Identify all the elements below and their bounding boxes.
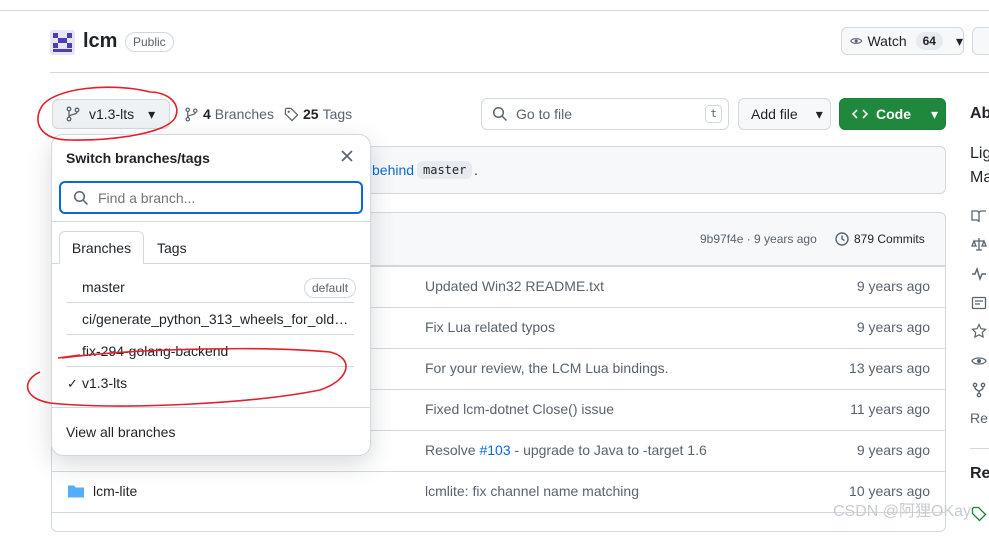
history-icon (835, 232, 849, 246)
commit-message[interactable]: lcmlite: fix channel name matching (425, 483, 639, 499)
commit-age: 9 years ago (856, 278, 930, 294)
check-icon: ✓ (67, 376, 78, 391)
star-icon (971, 323, 987, 339)
law-icon (971, 238, 987, 251)
watch-label: Watch (867, 33, 907, 49)
folder-icon (68, 485, 84, 498)
view-all-branches-link[interactable]: View all branches (66, 424, 175, 440)
branch-icon (185, 107, 198, 121)
branch-icon (66, 106, 80, 122)
behind-link[interactable]: behind (372, 162, 414, 178)
add-file-label: Add file (751, 106, 798, 122)
chevron-down-icon: ▾ (148, 105, 156, 122)
master-branch-ref[interactable]: master (417, 161, 473, 179)
eye-icon (850, 38, 863, 44)
commit-age: 9 years ago (856, 319, 930, 335)
tabs-underline (144, 263, 370, 264)
dropdown-title: Switch branches/tags (66, 150, 210, 166)
commit-message-prefix: Resolve (425, 442, 480, 458)
commit-message[interactable]: For your review, the LCM Lua bindings. (425, 360, 669, 376)
commit-message[interactable]: Fix Lua related typos (425, 319, 555, 335)
tags-label: Tags (322, 106, 353, 122)
commit-age: 9 years ago (856, 442, 930, 458)
tags-count: 25 (303, 106, 319, 122)
commits-label: 879 Commits (854, 232, 925, 246)
commits-link[interactable]: 879 Commits (834, 231, 925, 247)
about-heading: Ab (970, 105, 989, 122)
repo-name-link[interactable]: lcm (83, 30, 117, 53)
branch-select-label: v1.3-lts (89, 106, 135, 122)
code-label: Code (876, 106, 911, 122)
table-row (52, 512, 945, 553)
branch-item-ci[interactable]: ci/generate_python_313_wheels_for_old… (82, 311, 354, 327)
commit-message[interactable]: Resolve #103 - upgrade to Java to -targe… (425, 442, 707, 458)
fork-icon (972, 382, 986, 398)
visibility-badge: Public (125, 32, 174, 52)
issue-link[interactable]: #103 (479, 442, 510, 458)
commit-message[interactable]: Updated Win32 README.txt (425, 278, 604, 294)
header-divider (50, 72, 989, 73)
branches-count: 4 (203, 106, 211, 122)
close-icon[interactable] (340, 149, 354, 163)
eye-icon (971, 357, 987, 365)
top-navbar-edge (0, 0, 989, 11)
go-to-file-placeholder: Go to file (516, 106, 573, 122)
sidebar-divider (970, 448, 989, 449)
report-link-partial[interactable]: Re (970, 410, 988, 426)
search-icon (492, 106, 508, 122)
commit-age: 13 years ago (849, 360, 930, 376)
tab-branches[interactable]: Branches (59, 231, 144, 264)
about-description: Lig (970, 145, 989, 162)
watermark: CSDN @阿狸OKay (833, 503, 972, 520)
note-icon (971, 296, 987, 310)
commit-sha-time[interactable]: 9b97f4e · 9 years ago (700, 232, 817, 246)
dropdown-divider (52, 221, 370, 222)
branch-item-v1-3-lts[interactable]: v1.3-lts (82, 375, 354, 391)
pulse-icon (972, 266, 986, 282)
default-badge: default (304, 278, 357, 298)
code-button[interactable]: Code ▾ (839, 98, 946, 130)
chevron-down-icon: ▾ (955, 32, 963, 49)
dropdown-divider (52, 407, 370, 408)
branch-select-button[interactable]: v1.3-lts ▾ (52, 99, 170, 129)
repo-logo-icon (50, 30, 75, 55)
branches-link[interactable]: 4 Branches (184, 106, 274, 122)
go-to-file-input[interactable]: Go to file t (481, 98, 729, 130)
banner-period: . (474, 162, 478, 178)
branch-search-input[interactable] (98, 189, 328, 206)
fork-button-partial[interactable] (972, 27, 989, 55)
tabs-underline-left (52, 263, 59, 264)
branch-divider (66, 366, 354, 367)
branch-item-fix-294[interactable]: fix-294-golang-backend (82, 343, 354, 359)
branches-label: Branches (214, 106, 274, 122)
branch-divider (66, 334, 354, 335)
tab-tags[interactable]: Tags (157, 240, 187, 256)
search-icon (73, 190, 89, 205)
releases-heading: Re (970, 465, 989, 482)
watch-count: 64 (915, 32, 943, 50)
book-icon (971, 210, 986, 223)
file-name-link[interactable]: lcm-lite (93, 483, 137, 499)
commit-age: 11 years ago (850, 401, 930, 417)
watch-button[interactable]: Watch 64 ▾ (841, 27, 964, 55)
shortcut-key: t (705, 105, 722, 123)
about-description-line2: Ma (970, 169, 989, 186)
add-file-button[interactable]: Add file ▾ (738, 98, 831, 130)
chevron-down-icon: ▾ (931, 105, 939, 122)
chevron-down-icon: ▾ (815, 105, 823, 122)
branch-search-field[interactable] (59, 181, 363, 214)
branch-divider (66, 302, 354, 303)
tag-icon (284, 107, 299, 121)
commit-message[interactable]: Fixed lcm-dotnet Close() issue (425, 401, 614, 417)
commit-message-suffix: - upgrade to Java to -target 1.6 (510, 442, 707, 458)
tags-link[interactable]: 25 Tags (284, 106, 352, 122)
tag-icon (971, 506, 987, 522)
code-icon (852, 109, 868, 119)
tab-branches-label: Branches (71, 239, 132, 256)
